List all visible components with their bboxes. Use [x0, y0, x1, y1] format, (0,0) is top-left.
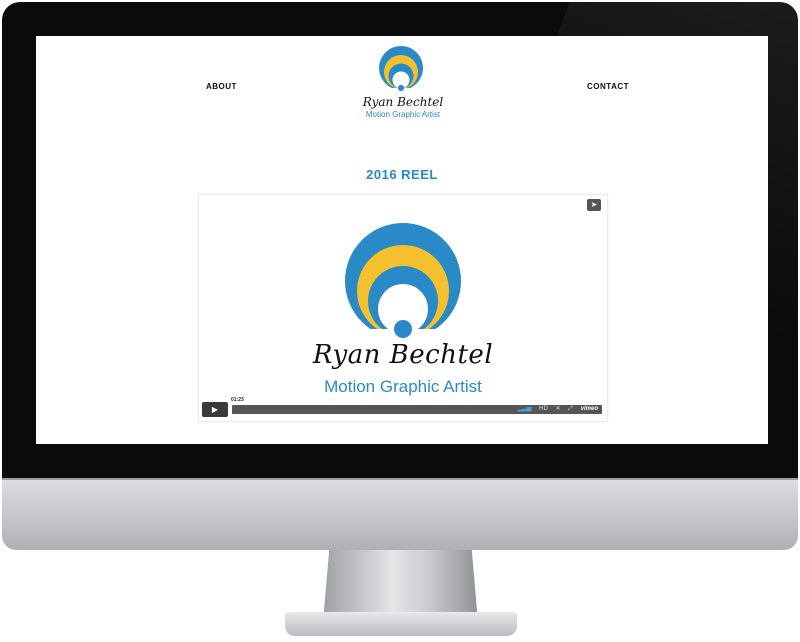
nav-contact-link[interactable]: CONTACT — [587, 82, 629, 91]
share-icon[interactable]: ➤ — [587, 199, 601, 211]
control-icons: ▂▃▅ HD ✕ ⤢ vimeo — [512, 405, 598, 414]
settings-icon[interactable]: ✕ — [555, 406, 560, 412]
video-title-name: Ryan Bechtel — [312, 340, 494, 370]
video-title-subtitle: Motion Graphic Artist — [324, 377, 482, 396]
nav-about-link[interactable]: ABOUT — [206, 82, 237, 91]
logo-name: Ryan Bechtel — [362, 95, 444, 109]
timecode: 01:23 — [230, 397, 245, 403]
video-controls: ▶ ▂▃▅ HD ✕ ⤢ vimeo 01:23 — [202, 397, 604, 418]
video-logo-rings-icon — [343, 223, 463, 343]
vimeo-link[interactable]: vimeo — [581, 406, 598, 412]
monitor-chin — [2, 478, 798, 550]
hd-button[interactable]: HD — [539, 406, 548, 412]
progress-bar[interactable]: ▂▃▅ HD ✕ ⤢ vimeo — [232, 405, 602, 414]
monitor-foot — [285, 612, 517, 636]
website-screen: ABOUT CONTACT Ryan Bechtel Motion Graphi… — [36, 36, 768, 444]
play-icon: ▶ — [211, 405, 219, 414]
chin-divider — [2, 478, 798, 480]
logo-rings-icon — [371, 46, 431, 100]
play-button[interactable]: ▶ — [202, 402, 228, 417]
reel-title: 2016 REEL — [366, 167, 438, 182]
fullscreen-icon[interactable]: ⤢ — [568, 406, 573, 412]
logo-subtitle: Motion Graphic Artist — [365, 110, 441, 119]
volume-icon[interactable]: ▂▃▅ — [518, 406, 532, 412]
imac-monitor: ABOUT CONTACT Ryan Bechtel Motion Graphi… — [0, 0, 800, 642]
video-player[interactable]: ➤ Ryan Bechtel Motion Graphic Artist ▶ ▂… — [198, 194, 608, 422]
